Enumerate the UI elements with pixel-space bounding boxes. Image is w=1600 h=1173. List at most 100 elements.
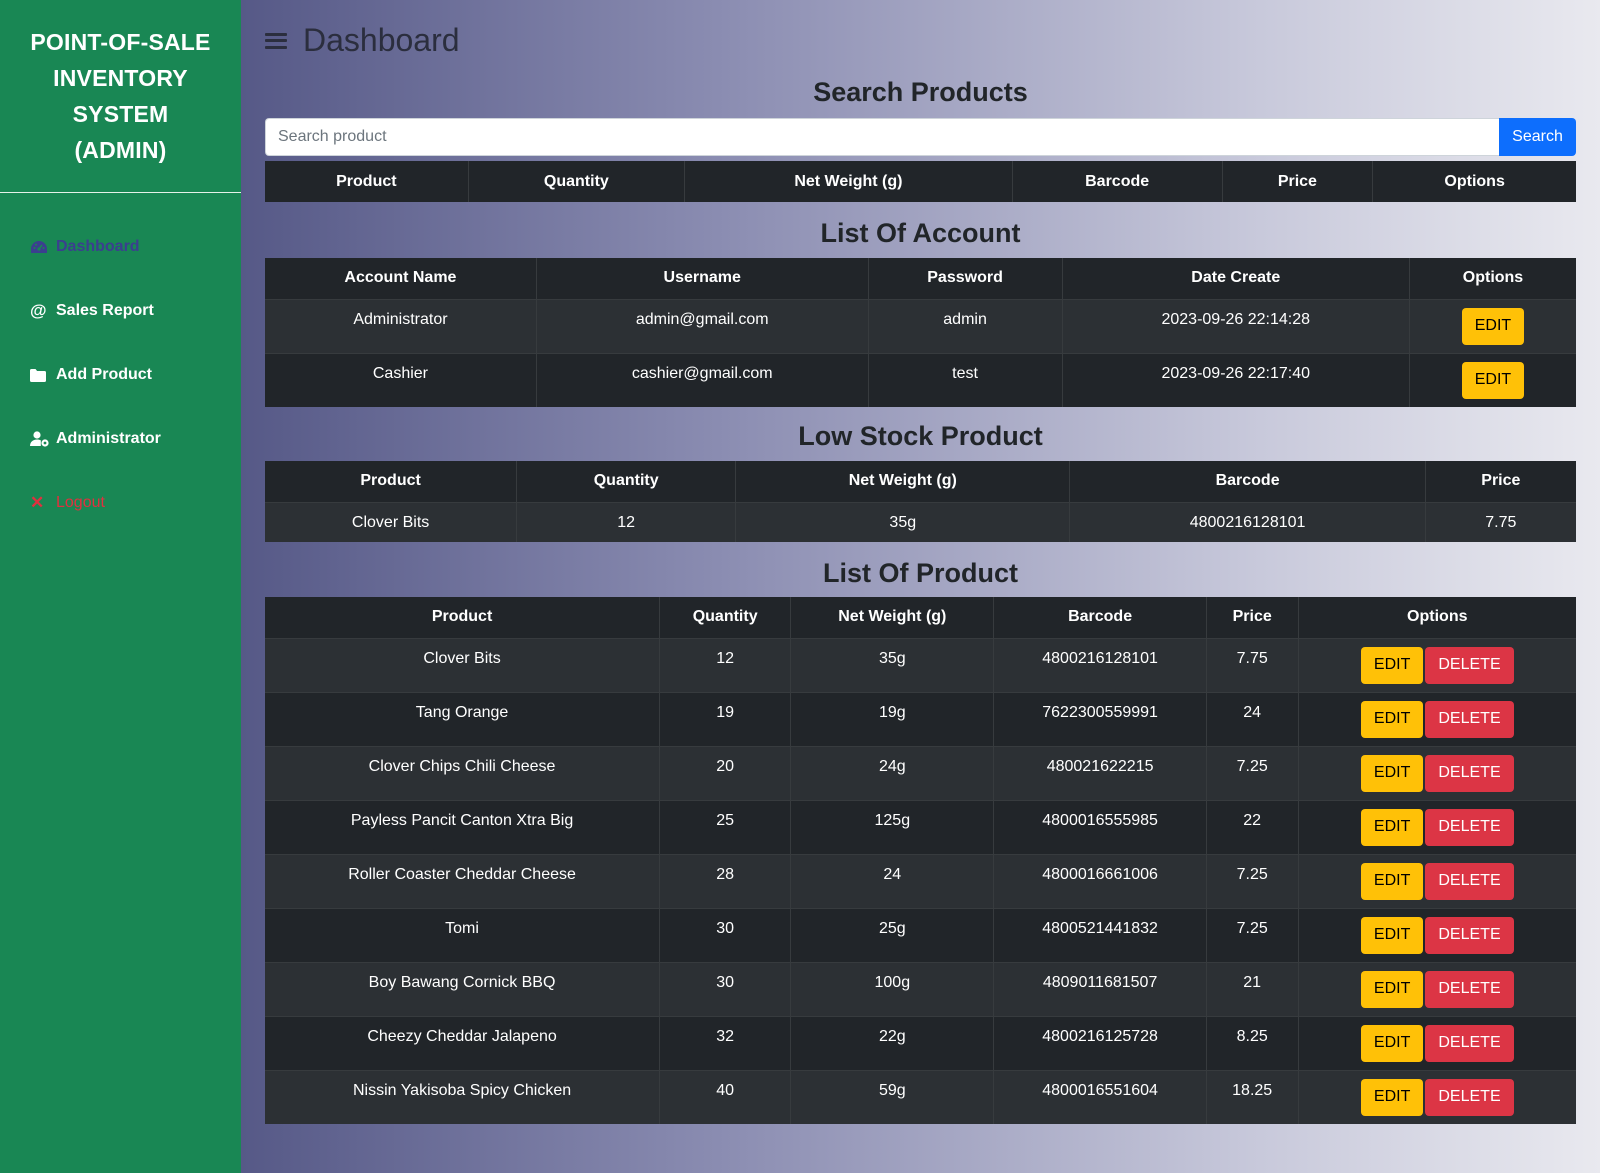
price-cell: 21 bbox=[1205, 961, 1299, 1016]
net-weight-cell: 100g bbox=[790, 961, 994, 1016]
table-row: Clover Bits 12 35g 4800216128101 7.75 bbox=[265, 501, 1576, 542]
edit-button[interactable]: EDIT bbox=[1461, 361, 1525, 399]
quantity-cell: 30 bbox=[659, 961, 791, 1016]
edit-button[interactable]: EDIT bbox=[1360, 1078, 1424, 1116]
options-cell: EDIT bbox=[1408, 352, 1576, 407]
edit-button[interactable]: EDIT bbox=[1360, 646, 1424, 684]
options-cell: EDIT DELETE bbox=[1297, 745, 1576, 800]
options-cell: EDIT DELETE bbox=[1297, 961, 1576, 1016]
table-row: Clover Chips Chili Cheese 20 24g 4800216222… bbox=[265, 745, 1576, 800]
product-list-title: List Of Product bbox=[823, 558, 1018, 588]
column-header: Password bbox=[867, 258, 1063, 299]
sidebar-item-label: Administrator bbox=[56, 430, 161, 447]
search-bar: Search bbox=[265, 118, 1576, 156]
sidebar-item-label: Add Product bbox=[56, 366, 152, 383]
password-cell: test bbox=[867, 352, 1063, 407]
delete-button[interactable]: DELETE bbox=[1425, 916, 1514, 954]
options-cell: EDIT DELETE bbox=[1297, 853, 1576, 908]
quantity-cell: 19 bbox=[659, 691, 791, 746]
price-cell: 7.25 bbox=[1205, 907, 1299, 962]
column-header: Options bbox=[1372, 161, 1576, 202]
brand-line: (ADMIN) bbox=[74, 137, 167, 163]
column-header: Product bbox=[265, 161, 469, 202]
column-header: Price bbox=[1424, 461, 1576, 502]
barcode-cell: 480021622215 bbox=[993, 745, 1207, 800]
edit-button[interactable]: EDIT bbox=[1360, 808, 1424, 846]
column-header: Options bbox=[1408, 258, 1576, 299]
delete-button[interactable]: DELETE bbox=[1425, 862, 1514, 900]
column-header: Quantity bbox=[516, 461, 736, 502]
delete-button[interactable]: DELETE bbox=[1425, 1078, 1514, 1116]
gauge-icon bbox=[30, 238, 52, 256]
username-cell: cashier@gmail.com bbox=[535, 352, 869, 407]
column-header: Barcode bbox=[1069, 461, 1426, 502]
table-row: Cheezy Cheddar Jalapeno 32 22g 480021612572… bbox=[265, 1015, 1576, 1070]
net-weight-cell: 22g bbox=[790, 1015, 994, 1070]
search-results-table: Product Quantity Net Weight (g) Barcode … bbox=[265, 161, 1576, 202]
sidebar-item-sales-report[interactable]: @ Sales Report bbox=[0, 279, 241, 343]
delete-button[interactable]: DELETE bbox=[1425, 970, 1514, 1008]
options-cell: EDIT DELETE bbox=[1297, 907, 1576, 962]
column-header: Account Name bbox=[265, 258, 537, 299]
account-name-cell: Cashier bbox=[265, 352, 537, 407]
price-cell: 24 bbox=[1205, 691, 1299, 746]
page-title: Dashboard bbox=[303, 22, 460, 58]
search-button[interactable]: Search bbox=[1499, 118, 1576, 156]
column-header: Product bbox=[265, 597, 660, 638]
delete-button[interactable]: DELETE bbox=[1425, 646, 1514, 684]
net-weight-cell: 35g bbox=[735, 501, 1070, 542]
hamburger-icon[interactable] bbox=[265, 31, 287, 51]
product-cell: Clover Bits bbox=[265, 637, 660, 692]
product-cell: Clover Chips Chili Cheese bbox=[265, 745, 660, 800]
delete-button[interactable]: DELETE bbox=[1425, 700, 1514, 738]
edit-button[interactable]: EDIT bbox=[1360, 970, 1424, 1008]
delete-button[interactable]: DELETE bbox=[1425, 1024, 1514, 1062]
sidebar-item-dashboard[interactable]: Dashboard bbox=[0, 215, 241, 279]
column-header: Price bbox=[1221, 161, 1373, 202]
table-row: Tomi 30 25g 4800521441832 7.25 EDIT DELETE bbox=[265, 907, 1576, 962]
column-header: Quantity bbox=[467, 161, 685, 202]
password-cell: admin bbox=[867, 298, 1063, 353]
product-cell: Boy Bawang Cornick BBQ bbox=[265, 961, 660, 1016]
options-cell: EDIT bbox=[1408, 298, 1576, 353]
delete-button[interactable]: DELETE bbox=[1425, 754, 1514, 792]
barcode-cell: 4800216125728 bbox=[993, 1015, 1207, 1070]
edit-button[interactable]: EDIT bbox=[1360, 700, 1424, 738]
quantity-cell: 28 bbox=[659, 853, 791, 908]
barcode-cell: 4800216128101 bbox=[1069, 501, 1426, 542]
search-input[interactable] bbox=[265, 118, 1499, 156]
edit-button[interactable]: EDIT bbox=[1360, 754, 1424, 792]
barcode-cell: 4800521441832 bbox=[993, 907, 1207, 962]
net-weight-cell: 24g bbox=[790, 745, 994, 800]
product-cell: Tomi bbox=[265, 907, 660, 962]
sidebar-item-add-product[interactable]: Add Product bbox=[0, 343, 241, 407]
close-icon: ✕ bbox=[30, 493, 45, 512]
quantity-cell: 30 bbox=[659, 907, 791, 962]
brand-title: POINT-OF-SALE INVENTORY SYSTEM (ADMIN) bbox=[0, 0, 241, 193]
edit-button[interactable]: EDIT bbox=[1461, 307, 1525, 345]
quantity-cell: 20 bbox=[659, 745, 791, 800]
delete-button[interactable]: DELETE bbox=[1425, 808, 1514, 846]
barcode-cell: 7622300559991 bbox=[993, 691, 1207, 746]
brand-line: POINT-OF-SALE bbox=[30, 29, 211, 55]
topbar: Dashboard bbox=[265, 22, 1576, 59]
sidebar-item-logout[interactable]: ✕ Logout bbox=[0, 471, 241, 535]
price-cell: 8.25 bbox=[1205, 1015, 1299, 1070]
date-cell: 2023-09-26 22:14:28 bbox=[1061, 298, 1410, 353]
sidebar-item-administrator[interactable]: Administrator bbox=[0, 407, 241, 471]
product-table: Product Quantity Net Weight (g) Barcode … bbox=[265, 597, 1576, 1124]
table-row: Tang Orange 19 19g 7622300559991 24 EDIT DELET… bbox=[265, 691, 1576, 746]
net-weight-cell: 59g bbox=[790, 1069, 994, 1124]
table-row: Cashier cashier@gmail.com test 2023-09-2… bbox=[265, 352, 1576, 407]
edit-button[interactable]: EDIT bbox=[1360, 916, 1424, 954]
barcode-cell: 4800016661006 bbox=[993, 853, 1207, 908]
product-cell: Cheezy Cheddar Jalapeno bbox=[265, 1015, 660, 1070]
username-cell: admin@gmail.com bbox=[535, 298, 869, 353]
barcode-cell: 4809011681507 bbox=[993, 961, 1207, 1016]
column-header: Username bbox=[535, 258, 869, 299]
column-header: Options bbox=[1297, 597, 1576, 638]
account-table: Account Name Username Password Date Crea… bbox=[265, 258, 1576, 407]
low-stock-title: Low Stock Product bbox=[798, 421, 1043, 451]
edit-button[interactable]: EDIT bbox=[1360, 1024, 1424, 1062]
edit-button[interactable]: EDIT bbox=[1360, 862, 1424, 900]
